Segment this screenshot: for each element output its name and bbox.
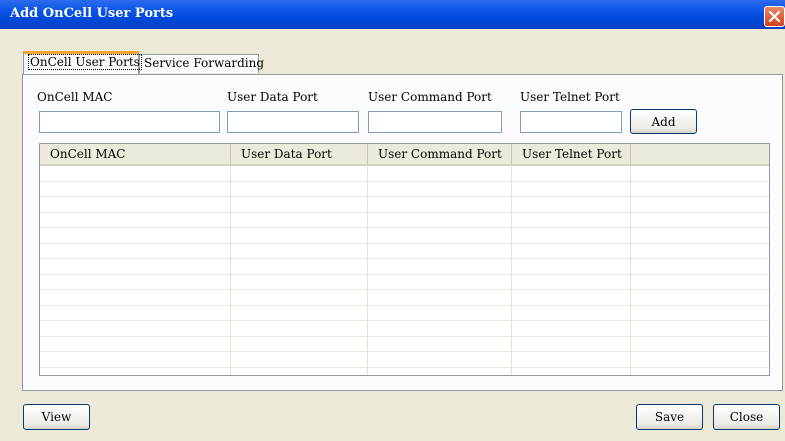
view-button[interactable]: View <box>23 404 90 430</box>
user-telnet-port-input[interactable] <box>520 111 622 133</box>
table-row[interactable] <box>40 259 769 275</box>
window-close-button[interactable] <box>764 6 785 27</box>
close-button[interactable]: Close <box>713 404 780 430</box>
table-row[interactable] <box>40 197 769 213</box>
table-row[interactable] <box>40 213 769 228</box>
table-row[interactable] <box>40 244 769 259</box>
save-button[interactable]: Save <box>636 404 703 430</box>
table-row[interactable] <box>40 368 769 376</box>
add-oncell-user-ports-window: Add OnCell User Ports OnCell User Ports … <box>0 0 785 441</box>
tab-label: OnCell User Ports <box>28 54 142 70</box>
column-divider <box>367 166 368 375</box>
column-header-oncell-mac[interactable]: OnCell MAC <box>40 144 231 164</box>
table-row[interactable] <box>40 182 769 197</box>
title-bar[interactable]: Add OnCell User Ports <box>0 0 785 29</box>
table-row[interactable] <box>40 352 769 368</box>
column-header-user-telnet-port[interactable]: User Telnet Port <box>512 144 631 164</box>
column-divider <box>511 166 512 375</box>
user-command-port-label: User Command Port <box>368 90 492 104</box>
table-row[interactable] <box>40 228 769 244</box>
column-header-user-command-port[interactable]: User Command Port <box>368 144 512 164</box>
close-icon <box>768 10 781 23</box>
tab-label: Service Forwarding <box>144 56 265 70</box>
table-row[interactable] <box>40 290 769 306</box>
table-body <box>40 166 769 376</box>
table-row[interactable] <box>40 166 769 182</box>
oncell-mac-label: OnCell MAC <box>37 90 113 104</box>
table-header: OnCell MAC User Data Port User Command P… <box>40 144 769 166</box>
table-row[interactable] <box>40 337 769 352</box>
user-ports-table[interactable]: OnCell MAC User Data Port User Command P… <box>39 143 770 376</box>
column-header-user-data-port[interactable]: User Data Port <box>231 144 368 164</box>
user-telnet-port-label: User Telnet Port <box>520 90 620 104</box>
table-row[interactable] <box>40 275 769 290</box>
tab-oncell-user-ports[interactable]: OnCell User Ports <box>23 51 142 74</box>
table-row[interactable] <box>40 321 769 337</box>
user-data-port-label: User Data Port <box>227 90 318 104</box>
column-divider <box>230 166 231 375</box>
table-row[interactable] <box>40 306 769 321</box>
oncell-mac-input[interactable] <box>39 111 220 133</box>
tab-panel-oncell-user-ports: OnCell MAC User Data Port User Command P… <box>22 74 783 391</box>
add-button[interactable]: Add <box>630 109 697 134</box>
tab-service-forwarding[interactable]: Service Forwarding <box>139 54 264 73</box>
window-title: Add OnCell User Ports <box>10 6 174 21</box>
column-divider <box>630 166 631 375</box>
user-data-port-input[interactable] <box>227 111 359 133</box>
user-command-port-input[interactable] <box>368 111 502 133</box>
